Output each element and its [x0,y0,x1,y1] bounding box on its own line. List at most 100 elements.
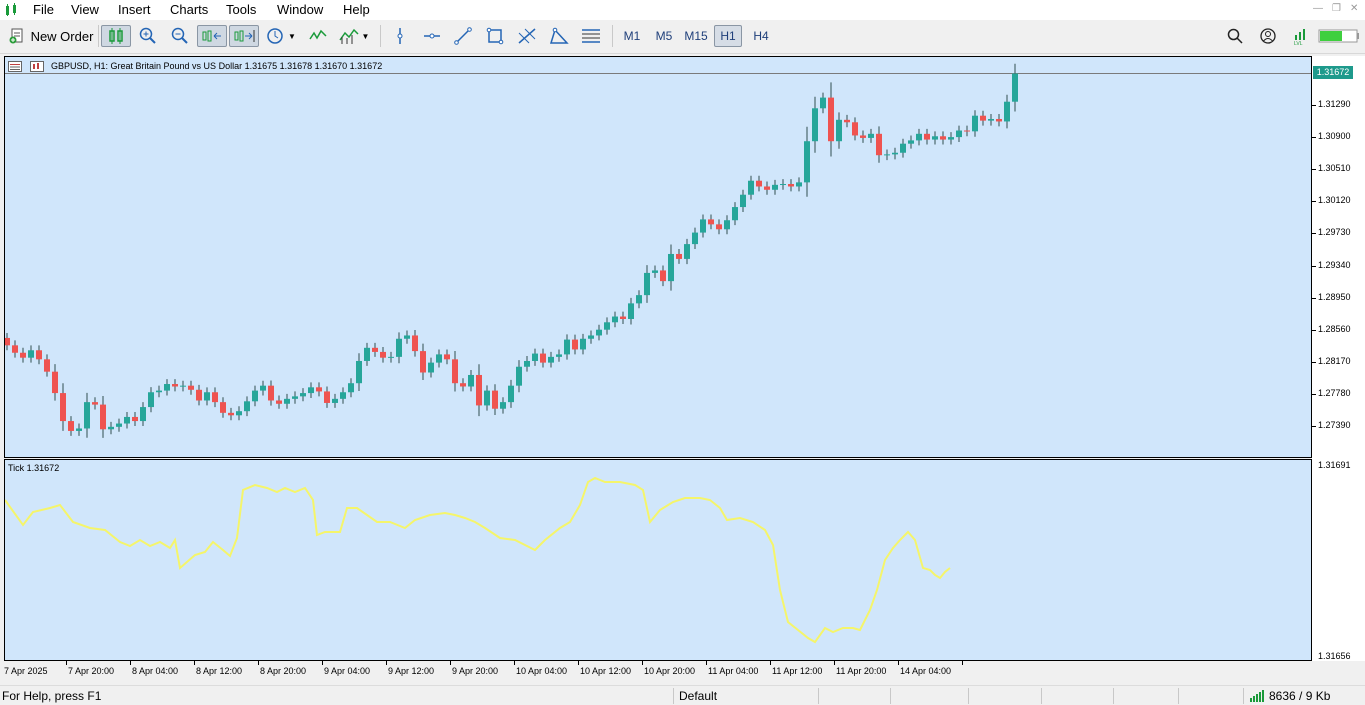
bull-candle-body [932,136,938,140]
timeframe-m5[interactable]: M5 [651,25,677,47]
candle [700,214,706,238]
price-chart[interactable] [5,57,1311,456]
bull-candle-body [724,220,730,230]
candle [36,345,42,365]
candle [740,189,746,212]
trend-line-icon [454,27,472,45]
bear-candle-body [132,416,138,422]
auto-scroll-button[interactable] [197,25,227,47]
candle [644,265,650,303]
timeframe-m15[interactable]: M15 [681,25,711,47]
candle [844,114,850,128]
bull-candle-body [532,353,538,361]
periods-button[interactable]: ▼ [263,25,299,47]
bull-candle-body [340,392,346,399]
text-lines-button[interactable] [579,25,603,47]
indicator-line-icon [309,29,327,40]
bear-candle-body [828,97,834,142]
bull-candle-body [204,392,210,401]
candle [156,385,162,398]
triangle-icon [549,27,569,44]
fibonacci-button[interactable] [515,25,539,47]
account-button[interactable] [1257,25,1279,47]
bull-candle-body [604,322,610,330]
menu-view[interactable]: View [71,2,99,17]
bear-candle-body [188,385,194,390]
menu-bar: File View Insert Charts Tools Window Hel… [0,0,1365,20]
bull-candle-body [524,360,530,367]
menu-charts[interactable]: Charts [170,2,208,17]
metatrader-logo-icon [6,3,16,16]
search-icon [1227,28,1243,44]
time-tick-mark [514,661,515,665]
bull-candle-body [732,207,738,221]
candle [148,387,154,413]
triangle-button[interactable] [547,25,571,47]
menu-window[interactable]: Window [277,2,323,17]
candle [180,380,186,392]
bull-candle-body [692,232,698,245]
candle [532,348,538,366]
candle [868,128,874,143]
bear-candle-body [380,351,386,358]
timeframe-h1[interactable]: H1 [714,25,742,47]
timeframe-m1[interactable]: M1 [619,25,645,47]
new-order-button[interactable]: New Order [6,25,96,47]
bear-candle-body [220,402,226,413]
menu-help[interactable]: Help [343,2,370,17]
rectangle-button[interactable] [484,25,506,47]
candle [260,380,266,396]
menu-insert[interactable]: Insert [118,2,151,17]
candle [996,114,1002,127]
candle [124,412,130,429]
horizontal-line-icon [424,33,440,39]
bear-candle-body [540,353,546,363]
bull-candle-body [300,393,306,397]
templates-icon [338,28,359,44]
restore-icon[interactable]: ❐ [1332,3,1341,14]
bear-candle-body [852,122,858,136]
close-icon[interactable]: ✕ [1350,3,1358,14]
lvl-icon: LVL [1294,29,1305,45]
tick-indicator-chart[interactable] [5,460,1311,660]
menu-file[interactable]: File [33,2,54,17]
bull-candle-body [260,385,266,391]
candle [1012,63,1018,112]
bull-candle-body [292,396,298,399]
candle [332,393,338,408]
bear-candle-body [764,186,770,190]
price-tick-mark [1312,297,1316,299]
bear-candle-body [196,389,202,401]
zoom-in-button[interactable] [137,25,159,47]
templates-button[interactable]: ▼ [336,25,372,47]
search-button[interactable] [1224,25,1246,47]
battery-icon [1318,29,1359,43]
candle [460,378,466,392]
candle [756,175,762,192]
candle [612,311,618,328]
trend-line-button[interactable] [452,25,474,47]
bear-candle-body [708,219,714,225]
zoom-out-button[interactable] [169,25,191,47]
candle [500,397,506,414]
candle [508,379,514,408]
timeframe-h4[interactable]: H4 [747,25,775,47]
price-tick-label: 1.27390 [1318,420,1351,430]
status-bar: For Help, press F1 Default 8636 / 9 Kb [0,685,1365,705]
candlestick-chart-button[interactable] [101,25,131,47]
chart-shift-button[interactable] [229,25,259,47]
minimize-icon[interactable]: — [1313,3,1323,14]
indicators-button[interactable] [306,25,330,47]
candle [468,370,474,392]
signal-level-button[interactable]: LVL [1291,25,1313,47]
candle [476,364,482,417]
candle [412,329,418,357]
candle [100,395,106,438]
menu-tools[interactable]: Tools [226,2,256,17]
horizontal-line-button[interactable] [421,25,443,47]
candle [428,357,434,378]
candle [732,202,738,226]
bull-candle-body [812,108,818,142]
vertical-line-button[interactable] [390,25,410,47]
bear-candle-body [716,224,722,230]
